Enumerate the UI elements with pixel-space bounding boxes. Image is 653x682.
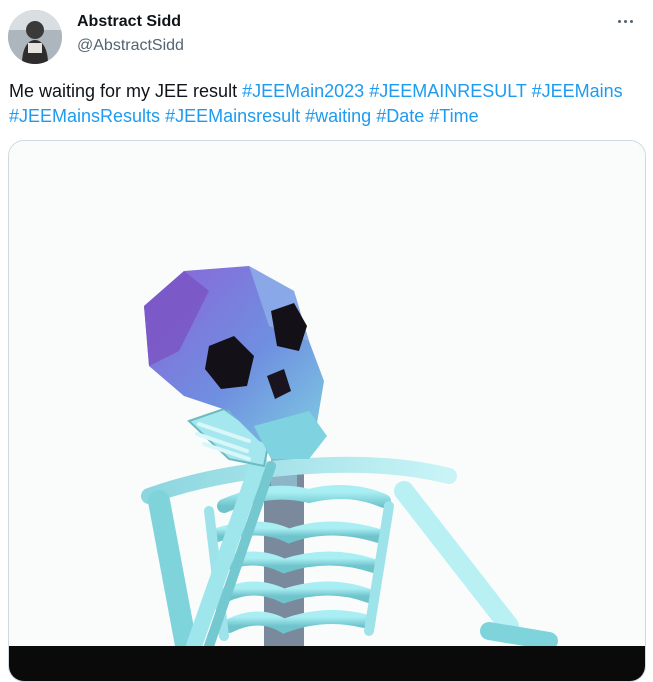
avatar[interactable] [8,10,62,64]
tweet-media[interactable] [8,140,646,682]
author-display-name[interactable]: Abstract Sidd [77,13,181,31]
tweet-text: Me waiting for my JEE result #JEEMain202… [9,79,639,129]
hashtag-link[interactable]: #waiting [305,106,371,126]
more-options-icon[interactable] [611,10,639,32]
author-handle[interactable]: @AbstractSidd [77,37,184,55]
hashtag-link[interactable]: #JEEMainsresult [165,106,300,126]
skeleton-waiting-gif [9,141,645,681]
tweet-card: Abstract Sidd @AbstractSidd Me waiting f… [0,0,653,682]
tweet-text-segment: Me waiting for my JEE result [9,81,243,101]
hashtag-link[interactable]: #JEEMain2023 [242,81,364,101]
hashtag-link[interactable]: #Date [376,106,424,126]
hashtag-link[interactable]: #JEEMains [532,81,623,101]
avatar-image [8,10,62,64]
hashtag-link[interactable]: #JEEMainsResults [9,106,160,126]
hashtag-link[interactable]: #Time [429,106,478,126]
hashtag-link[interactable]: #JEEMAINRESULT [369,81,526,101]
